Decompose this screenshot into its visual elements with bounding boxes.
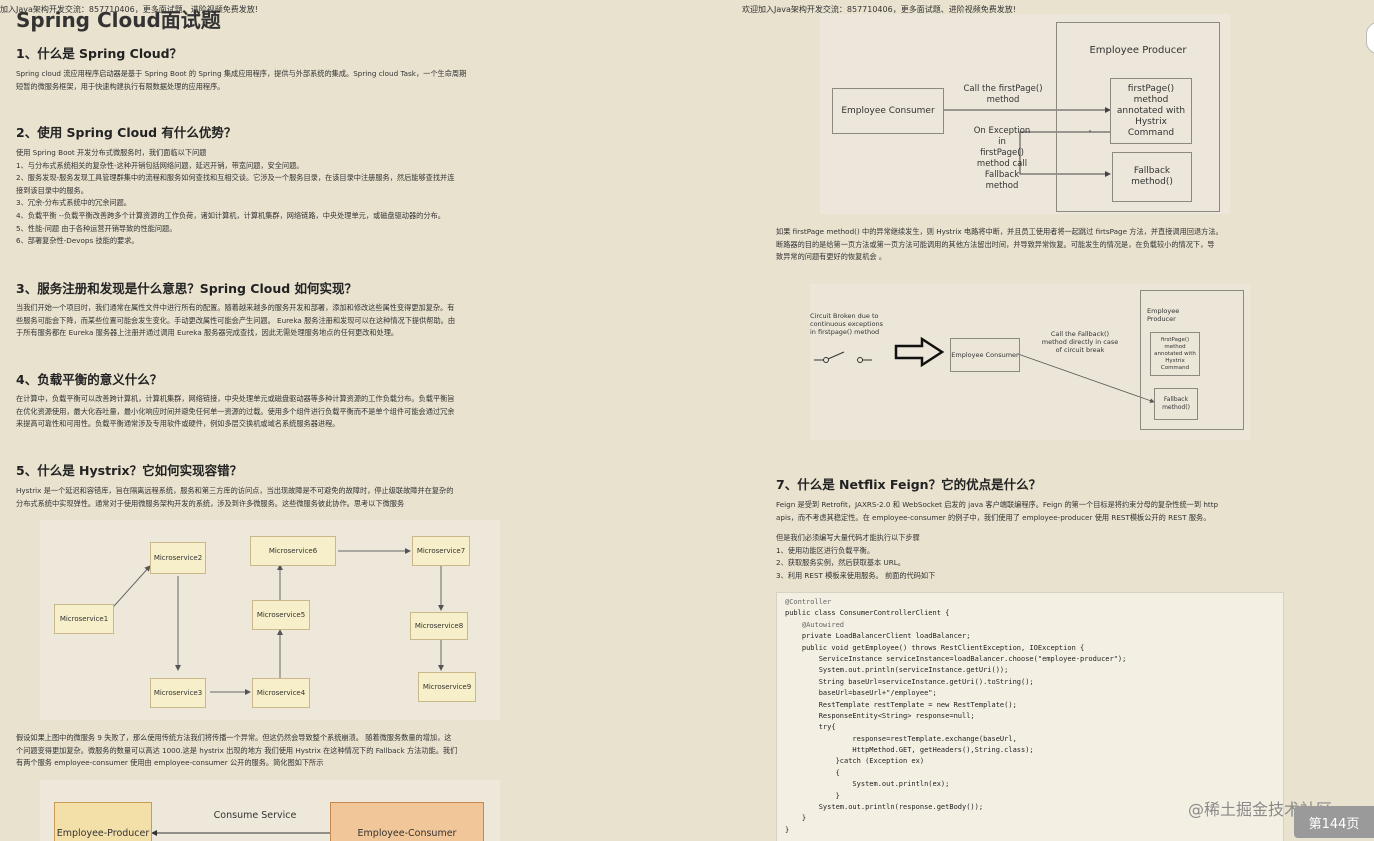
section-heading: 5、什么是 Hystrix？它如何实现容错？ <box>16 463 243 478</box>
microservice-node: Microservice6 <box>250 536 336 566</box>
code-line: baseUrl=baseUrl+"/employee"; <box>785 689 937 698</box>
employee-producer-box: Employee-Producer <box>54 802 152 841</box>
section-body: Spring cloud 流应用程序启动器是基于 Spring Boot 的 S… <box>16 69 467 91</box>
microservices-diagram: Microservice1 Microservice2 Microservice… <box>40 520 500 720</box>
paragraph: 如果 firstPage method() 中的异常继续发生，则 Hystrix… <box>776 227 1223 262</box>
code-line: System.out.println(serviceInstance.getUr… <box>785 666 1009 675</box>
call-label: Call the firstPage() method <box>963 84 1043 105</box>
code-line: }catch (Exception ex) <box>785 757 925 766</box>
code-line: public class ConsumerControllerClient { <box>785 609 950 618</box>
section-body: 在计算中，负载平衡可以改善跨计算机，计算机集群，网络链接，中央处理单元或磁盘驱动… <box>16 394 455 429</box>
code-line: ResponseEntity<String> response=null; <box>785 711 975 720</box>
employee-consumer-box: Employee Consumer <box>950 338 1020 372</box>
right-page: 欢迎加入Java架构开发交流：857710406，更多面试题、进阶视频免费发放!… <box>740 0 1300 841</box>
section-heading: 3、服务注册和发现是什么意思？Spring Cloud 如何实现？ <box>16 281 358 296</box>
first-page-box: firstPage() method annotated with Hystri… <box>1110 78 1192 144</box>
code-line: @Controller <box>785 598 832 606</box>
microservice-node: Microservice2 <box>150 542 206 574</box>
code-line: try{ <box>785 723 836 732</box>
hystrix-fallback-diagram: Employee Producer Employee Consumer Call… <box>820 14 1230 214</box>
page-number-badge: 第144页 <box>1294 806 1374 838</box>
consume-service-diagram: Employee-Producer Consume Service Employ… <box>40 780 500 841</box>
section-body: Hystrix 是一个延迟和容错库，旨在隔离远程系统，服务和第三方库的访问点，当… <box>16 486 454 508</box>
code-line: HttpMethod.GET, getHeaders(),String.clas… <box>785 746 1034 755</box>
code-line: } <box>785 825 790 834</box>
fallback-box: Fallback method() <box>1112 152 1192 202</box>
microservice-node: Microservice4 <box>252 678 310 708</box>
microservice-node: Microservice1 <box>54 604 114 634</box>
microservice-node: Microservice9 <box>418 672 476 702</box>
code-line: @Autowired <box>785 620 845 629</box>
code-line: response=restTemplate.exchange(baseUrl, <box>785 734 1017 743</box>
exception-label: On Exception in firstPage() method call … <box>973 126 1031 191</box>
section-heading: 1、什么是 Spring Cloud？ <box>16 46 183 61</box>
left-page: 加入Java架构开发交流：857710406，更多面试题、进阶视频免费发放! S… <box>0 0 540 841</box>
code-line: System.out.println(ex); <box>785 780 950 789</box>
section-body: 当我们开始一个项目时，我们通常在属性文件中进行所有的配置。随着越来越多的服务开发… <box>16 303 456 338</box>
microservice-node: Microservice8 <box>410 612 468 640</box>
code-line: public void getEmployee() throws RestCli… <box>785 643 1085 652</box>
code-line: String baseUrl=serviceInstance.getUri().… <box>785 677 1034 686</box>
consume-service-label: Consume Service <box>213 810 297 821</box>
microservice-node: Microservice7 <box>412 536 470 566</box>
code-line: private LoadBalancerClient loadBalancer; <box>785 632 971 641</box>
section-heading: 4、负载平衡的意义什么？ <box>16 372 163 387</box>
circuit-break-diagram: Circuit Broken due to continuous excepti… <box>810 284 1250 440</box>
employee-consumer-box: Employee-Consumer <box>330 802 484 841</box>
section-heading: 2、使用 Spring Cloud 有什么优势？ <box>16 125 237 140</box>
fallback-box: Fallback method() <box>1154 388 1198 420</box>
page-title: Spring Cloud面试题 <box>16 8 221 32</box>
section-body: 但是我们必须编写大量代码才能执行以下步骤 1、使用功能区进行负载平衡。 2、获取服务… <box>776 533 936 580</box>
code-line: { <box>785 768 840 777</box>
employee-consumer-box: Employee Consumer <box>832 88 944 134</box>
section-heading: 7、什么是 Netflix Feign？它的优点是什么？ <box>776 477 1042 492</box>
microservice-node: Microservice5 <box>252 600 310 630</box>
code-line: RestTemplate restTemplate = new RestTemp… <box>785 700 1017 709</box>
side-scroll-button[interactable] <box>1366 22 1374 54</box>
call-fallback-label: Call the Fallback() method directly in c… <box>1041 330 1119 354</box>
first-page-box: firstPage() method annotated with Hystri… <box>1150 332 1200 376</box>
section-body: 使用 Spring Boot 开发分布式微服务时，我们面临以下问题 1、与分布式系… <box>16 148 455 246</box>
section-body: 假设如果上图中的微服务 9 失败了，那么使用传统方法我们将传播一个异常。但这仍然… <box>16 733 458 768</box>
circuit-label: Circuit Broken due to continuous excepti… <box>810 312 883 336</box>
section-body: Feign 是受到 Retrofit，JAXRS-2.0 和 WebSocket… <box>776 500 1219 522</box>
code-line: ServiceInstance serviceInstance=loadBala… <box>785 654 1127 663</box>
microservice-node: Microservice3 <box>150 678 206 708</box>
